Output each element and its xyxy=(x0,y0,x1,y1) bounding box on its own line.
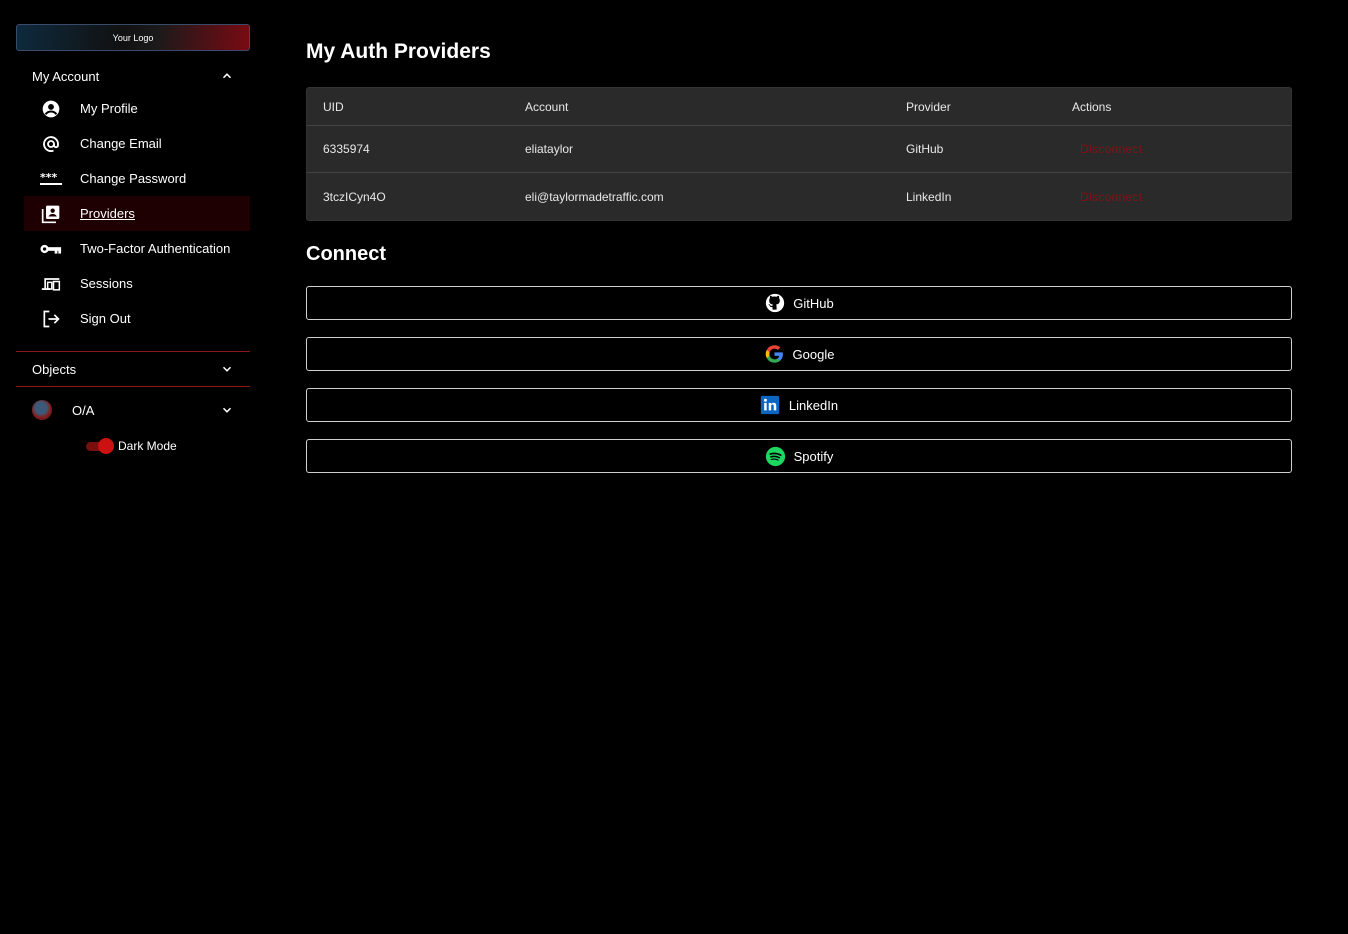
page-title: My Auth Providers xyxy=(306,40,491,63)
connect-github-label: GitHub xyxy=(793,295,834,311)
cell-account: eliataylor xyxy=(525,142,574,156)
disconnect-button[interactable]: Disconnect xyxy=(1072,142,1142,156)
table-row: 6335974 eliataylor GitHub Disconnect xyxy=(307,126,1291,173)
sidebar-item-change-email[interactable]: Change Email xyxy=(24,126,250,161)
sidebar-item-label: Change Password xyxy=(80,171,187,186)
devices-icon xyxy=(40,273,62,295)
sidebar-item-label: Two-Factor Authentication xyxy=(80,241,231,256)
avatar xyxy=(32,400,52,420)
sidebar-item-two-factor[interactable]: Two-Factor Authentication xyxy=(24,231,250,266)
cell-actions: Disconnect xyxy=(1056,142,1291,156)
cell-provider: GitHub xyxy=(906,142,944,156)
column-header-account: Account xyxy=(525,99,569,114)
cell-uid: 6335974 xyxy=(323,142,370,156)
dark-mode-label: Dark Mode xyxy=(118,439,177,453)
connect-linkedin-label: LinkedIn xyxy=(788,397,839,413)
table-row: 3tczICyn4O eli@taylormadetraffic.com Lin… xyxy=(307,173,1291,220)
cell-provider: LinkedIn xyxy=(906,189,952,204)
sidebar-item-label: My Profile xyxy=(80,101,138,116)
contacts-stack-icon xyxy=(40,203,62,225)
dark-mode-switch[interactable] xyxy=(84,438,114,454)
user-label: O/A xyxy=(72,402,95,418)
connect-spotify-label: Spotify xyxy=(793,448,834,464)
connect-github-button[interactable]: GitHub xyxy=(306,286,1292,320)
column-header-provider: Provider xyxy=(906,99,951,114)
sidebar-item-change-password[interactable]: *** Change Password xyxy=(24,161,250,196)
connect-google-button[interactable]: Google xyxy=(306,337,1292,371)
sidebar-item-sign-out[interactable]: Sign Out xyxy=(24,301,250,336)
connect-title: Connect xyxy=(306,243,386,265)
sidebar-item-label: Sessions xyxy=(80,276,133,291)
account-nav: My Profile Change Email *** Change Passw… xyxy=(16,91,250,336)
sidebar-item-label: Providers xyxy=(80,206,135,221)
disconnect-button[interactable]: Disconnect xyxy=(1072,190,1142,204)
logo[interactable]: Your Logo xyxy=(16,24,250,51)
providers-table: UID Account Provider Actions 6335974 eli… xyxy=(306,87,1292,221)
cell-account: eli@taylormadetraffic.com xyxy=(525,189,664,204)
sidebar: Your Logo My Account My Profile Change E… xyxy=(16,24,250,459)
connect-linkedin-button[interactable]: LinkedIn xyxy=(306,388,1292,422)
chevron-up-icon xyxy=(222,73,232,79)
at-sign-icon xyxy=(40,133,62,155)
chevron-down-icon xyxy=(222,366,232,372)
column-header-uid: UID xyxy=(323,99,344,114)
switch-thumb xyxy=(98,438,114,454)
github-icon xyxy=(764,293,785,314)
column-header-actions: Actions xyxy=(1072,99,1112,114)
connect-spotify-button[interactable]: Spotify xyxy=(306,439,1292,473)
dark-mode-toggle[interactable]: Dark Mode xyxy=(84,433,250,459)
cell-uid: 3tczICyn4O xyxy=(323,189,386,204)
my-account-header[interactable]: My Account xyxy=(16,61,250,91)
main-content: My Auth Providers UID Account Provider A… xyxy=(306,40,1292,473)
my-account-label: My Account xyxy=(32,68,100,84)
sidebar-item-my-profile[interactable]: My Profile xyxy=(24,91,250,126)
cell-actions: Disconnect xyxy=(1056,190,1291,204)
logout-icon xyxy=(40,308,62,330)
objects-header[interactable]: Objects xyxy=(16,352,250,386)
sidebar-item-label: Change Email xyxy=(80,136,162,151)
chevron-down-icon xyxy=(222,407,232,413)
objects-label: Objects xyxy=(32,361,77,377)
key-icon xyxy=(40,238,62,260)
user-menu[interactable]: O/A xyxy=(16,387,250,433)
account-circle-icon xyxy=(40,98,62,120)
connect-google-label: Google xyxy=(792,346,835,362)
google-icon xyxy=(764,344,785,365)
logo-text: Your Logo xyxy=(112,32,154,43)
sidebar-item-label: Sign Out xyxy=(80,311,131,326)
linkedin-icon xyxy=(760,395,781,416)
user-info: O/A xyxy=(32,400,94,420)
sidebar-item-sessions[interactable]: Sessions xyxy=(24,266,250,301)
table-header-row: UID Account Provider Actions xyxy=(307,88,1291,126)
svg-text:***: *** xyxy=(40,172,58,184)
password-dots-icon: *** xyxy=(40,168,62,190)
sidebar-item-providers[interactable]: Providers xyxy=(24,196,250,231)
spotify-icon xyxy=(765,446,786,467)
